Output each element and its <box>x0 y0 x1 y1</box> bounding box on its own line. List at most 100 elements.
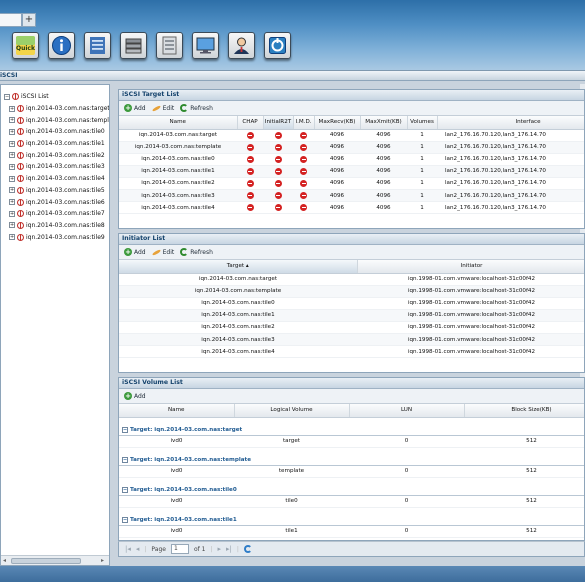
tree-item[interactable]: + iqn.2014-03.com.nas:tile0 <box>1 126 109 138</box>
imd-cell <box>293 141 314 154</box>
table-row[interactable]: iqn.2014-03.com.nas:tile2 4096 4096 1 lan2_1… <box>119 177 584 190</box>
group-header[interactable]: − Target: iqn.2014-03.com.nas:tile0 <box>119 477 584 496</box>
expand-icon[interactable]: + <box>9 152 15 159</box>
table-row[interactable]: iqn.2014-03.com.nas:tile4 4096 4096 1 lan2_1… <box>119 201 584 215</box>
table-row[interactable]: iqn.2014-03.com.nas:tile3 4096 4096 1 lan2_1… <box>119 189 584 203</box>
group-header[interactable]: − Target: iqn.2014-03.com.nas:template <box>119 447 584 466</box>
table-row[interactable]: iqn.2014-03.com.nas:tile0 iqn.1998-01.com… <box>119 297 584 310</box>
column-header[interactable]: Target ▴ <box>119 260 358 274</box>
collapse-icon[interactable]: − <box>122 516 128 523</box>
monitor-button[interactable] <box>192 32 219 59</box>
collapse-icon[interactable]: − <box>122 486 128 493</box>
collapse-icon[interactable]: − <box>4 93 10 100</box>
quick-button[interactable]: Quick <box>12 32 39 59</box>
tree-item[interactable]: + iqn.2014-03.com.nas:tile9 <box>1 231 109 243</box>
table-row[interactable]: ivd0 template 0 512 <box>119 465 584 478</box>
target-refresh-button[interactable]: Refresh <box>180 104 213 112</box>
disabled-icon <box>246 204 254 212</box>
column-header[interactable]: Interface <box>437 116 584 130</box>
tree-item[interactable]: + iqn.2014-03.com.nas:tile3 <box>1 161 109 173</box>
user-button[interactable] <box>228 32 255 59</box>
server-button[interactable] <box>156 32 183 59</box>
expand-icon[interactable]: + <box>9 210 15 217</box>
first-page-icon[interactable]: |◂ <box>125 545 131 553</box>
column-header[interactable]: Volumes <box>407 116 438 130</box>
column-header[interactable]: Block Size(KB) <box>464 404 584 418</box>
target-add-button[interactable]: + Add <box>124 104 146 112</box>
next-page-icon[interactable]: ▸ <box>218 545 222 553</box>
tree-item[interactable]: + iqn.2014-03.com.nas:tile7 <box>1 208 109 220</box>
group-header[interactable]: − Target: iqn.2014-03.com.nas:tile1 <box>119 507 584 526</box>
tab-current[interactable] <box>0 13 22 27</box>
tree-item[interactable]: + iqn.2014-03.com.nas:tile5 <box>1 185 109 197</box>
table-row[interactable]: iqn.2014-03.com.nas:tile1 4096 4096 1 lan2_1… <box>119 165 584 178</box>
table-row[interactable]: iqn.2014-03.com.nas:tile1 iqn.1998-01.com… <box>119 309 584 322</box>
storage-button[interactable] <box>120 32 147 59</box>
expand-icon[interactable]: + <box>9 163 15 170</box>
last-page-icon[interactable]: ▸| <box>226 545 232 553</box>
volume-add-button[interactable]: + Add <box>124 392 146 400</box>
column-header[interactable]: MaxRecv(KB) <box>314 116 361 130</box>
expand-icon[interactable]: + <box>9 199 15 206</box>
scroll-thumb[interactable] <box>11 558 81 564</box>
info-button[interactable] <box>48 32 75 59</box>
pager-refresh-icon[interactable] <box>243 545 252 553</box>
column-header[interactable]: Name <box>119 404 235 418</box>
group-header[interactable]: − Target: iqn.2014-03.com.nas:target <box>119 417 584 436</box>
collapse-icon[interactable]: − <box>122 456 128 463</box>
column-header[interactable]: LUN <box>349 404 465 418</box>
initiator-refresh-button[interactable]: Refresh <box>180 248 213 256</box>
network-button[interactable] <box>84 32 111 59</box>
expand-icon[interactable]: + <box>9 128 15 135</box>
tree-item[interactable]: + iqn.2014-03.com.nas:tile2 <box>1 149 109 161</box>
table-row[interactable]: iqn.2014-03.com.nas:tile4 iqn.1998-01.com… <box>119 345 584 359</box>
table-row[interactable]: iqn.2014-03.com.nas:tile0 4096 4096 1 lan2_1… <box>119 153 584 166</box>
collapse-icon[interactable]: − <box>122 426 128 433</box>
column-header[interactable]: Logical Volume <box>234 404 350 418</box>
column-header[interactable]: I.M.D. <box>293 116 315 130</box>
column-header[interactable]: InitialR2T <box>263 116 294 130</box>
column-header[interactable]: MaxXmit(KB) <box>360 116 408 130</box>
table-row[interactable]: iqn.2014-03.com.nas:target 4096 4096 1 lan2_… <box>119 129 584 142</box>
target-edit-button[interactable]: Edit <box>151 104 174 112</box>
backup-button[interactable] <box>264 32 291 59</box>
table-row[interactable]: ivd0 tile0 0 512 <box>119 495 584 508</box>
tree-item[interactable]: + iqn.2014-03.com.nas:tile4 <box>1 173 109 185</box>
table-row[interactable]: iqn.2014-03.com.nas:template 4096 4096 1 lan… <box>119 141 584 154</box>
prev-page-icon[interactable]: ◂ <box>136 545 140 553</box>
expand-icon[interactable]: + <box>9 175 15 182</box>
expand-icon[interactable]: + <box>9 140 15 147</box>
tree-item[interactable]: + iqn.2014-03.com.nas:tile8 <box>1 220 109 232</box>
scroll-right-icon[interactable]: ▸ <box>101 557 104 564</box>
column-header[interactable]: Initiator <box>357 260 584 274</box>
tree-item[interactable]: + iqn.2014-03.com.nas:target <box>1 103 109 115</box>
tree-horizontal-scrollbar[interactable]: ◂ ▸ <box>1 555 109 565</box>
volume-list-toolbar: + Add <box>119 389 584 404</box>
tree-item[interactable]: + iqn.2014-03.com.nas:tile1 <box>1 138 109 150</box>
expand-icon[interactable]: + <box>9 117 15 124</box>
table-row[interactable]: iqn.2014-03.com.nas:tile2 iqn.1998-01.com… <box>119 321 584 334</box>
table-row[interactable]: iqn.2014-03.com.nas:target iqn.1998-01.co… <box>119 273 584 286</box>
expand-icon[interactable]: + <box>9 234 15 241</box>
scroll-left-icon[interactable]: ◂ <box>3 557 6 564</box>
server-icon <box>162 36 177 55</box>
edit-label: Edit <box>162 248 175 256</box>
expand-icon[interactable]: + <box>9 105 15 112</box>
tree-item-label: iqn.2014-03.com.nas:tile7 <box>26 210 105 218</box>
expand-icon[interactable]: + <box>9 187 15 194</box>
tree-root[interactable]: − iSCSI List <box>1 91 109 103</box>
new-tab-button[interactable]: + <box>22 13 36 27</box>
initiator-add-button[interactable]: + Add <box>124 248 146 256</box>
table-row[interactable]: iqn.2014-03.com.nas:tile3 iqn.1998-01.com… <box>119 333 584 347</box>
table-row[interactable]: iqn.2014-03.com.nas:template iqn.1998-01.… <box>119 285 584 298</box>
table-row[interactable]: ivd0 tile1 0 512 <box>119 525 584 538</box>
expand-icon[interactable]: + <box>9 222 15 229</box>
initiator-edit-button[interactable]: Edit <box>151 248 175 256</box>
column-header[interactable]: Name <box>119 116 238 130</box>
column-header[interactable]: CHAP <box>237 116 264 130</box>
tree-item[interactable]: + iqn.2014-03.com.nas:template <box>1 114 109 126</box>
tree-item[interactable]: + iqn.2014-03.com.nas:tile6 <box>1 196 109 208</box>
block-size-value: 512 <box>464 495 584 508</box>
table-row[interactable]: ivd0 target 0 512 <box>119 435 584 448</box>
page-number-input[interactable]: 1 <box>170 544 189 554</box>
